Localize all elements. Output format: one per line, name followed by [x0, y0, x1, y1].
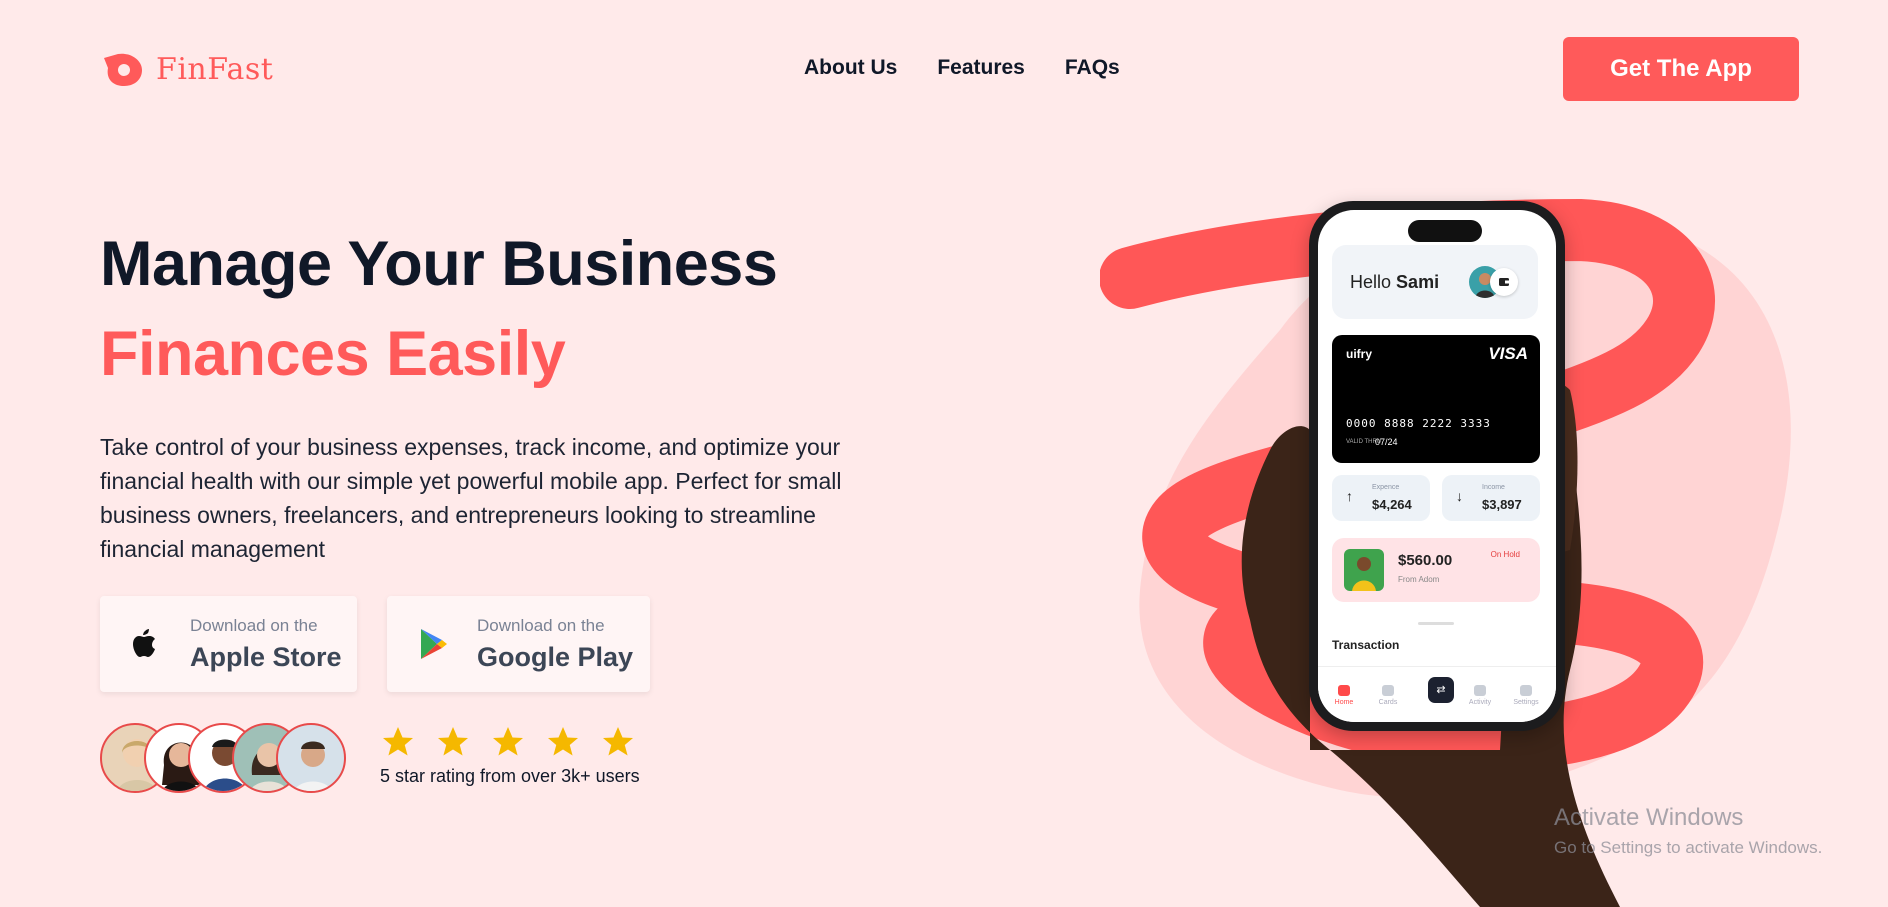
apple-store-text: Download on the Apple Store	[190, 616, 342, 673]
nav-features[interactable]: Features	[937, 56, 1025, 80]
user-avatars	[100, 723, 360, 793]
pending-status: On Hold	[1490, 550, 1520, 559]
arrow-up-icon: ↑	[1346, 488, 1353, 504]
wallet-icon[interactable]	[1490, 268, 1518, 296]
google-play-small-label: Download on the	[477, 615, 605, 635]
apple-icon	[133, 629, 155, 657]
arrow-down-icon: ↓	[1456, 488, 1463, 504]
card-brand: uifry	[1346, 347, 1373, 361]
apple-store-label: Apple Store	[190, 641, 342, 672]
cards-icon	[1382, 685, 1394, 696]
nav-about-us[interactable]: About Us	[804, 56, 897, 80]
card-number: 0000 8888 2222 3333	[1346, 417, 1491, 430]
pending-amount: $560.00	[1398, 552, 1453, 569]
finfast-logo-icon	[104, 53, 142, 86]
greeting-text: Hello Sami	[1350, 272, 1439, 293]
expense-value: $4,264	[1372, 497, 1412, 512]
transfer-button[interactable]: ⇄	[1428, 677, 1454, 703]
greeting-word: Hello	[1350, 272, 1392, 292]
tab-cards-label: Cards	[1378, 699, 1398, 706]
user-name: Sami	[1396, 272, 1440, 292]
google-play-icon	[421, 629, 447, 659]
google-play-button[interactable]: Download on the Google Play	[387, 596, 650, 692]
main-nav: About Us Features FAQs	[804, 56, 1120, 80]
income-value: $3,897	[1482, 497, 1522, 512]
income-stat[interactable]: ↓ Income $3,897	[1442, 475, 1540, 521]
apple-store-small-label: Download on the	[190, 615, 318, 635]
phone-mockup: Hello Sami uifry VISA 0000 8888 2222 333…	[1309, 201, 1565, 731]
hero-description: Take control of your business expenses, …	[100, 434, 842, 562]
greeting-card: Hello Sami	[1332, 245, 1538, 319]
star-icon	[438, 727, 468, 756]
card-expiry: 07/24	[1375, 437, 1398, 447]
phone-screen: Hello Sami uifry VISA 0000 8888 2222 333…	[1318, 210, 1556, 722]
avatar	[276, 723, 346, 793]
tab-cards[interactable]: Cards	[1368, 685, 1408, 706]
star-icon	[603, 727, 633, 756]
tab-settings[interactable]: Settings	[1506, 685, 1546, 706]
expense-label: Expence	[1372, 484, 1400, 491]
tab-home[interactable]: Home	[1324, 685, 1364, 706]
google-play-label: Google Play	[477, 641, 634, 672]
payer-photo	[1344, 549, 1384, 591]
google-play-text: Download on the Google Play	[477, 616, 633, 673]
rating-caption: 5 star rating from over 3k+ users	[380, 766, 640, 786]
tab-activity[interactable]: Activity	[1460, 685, 1500, 706]
phone-tab-bar: Home Cards ⇄ Activity Settings	[1318, 666, 1556, 722]
settings-icon	[1520, 685, 1532, 696]
tab-settings-label: Settings	[1513, 699, 1539, 706]
apple-store-button[interactable]: Download on the Apple Store	[100, 596, 357, 692]
home-icon	[1338, 685, 1350, 696]
windows-watermark-title: Activate Windows	[1554, 804, 1744, 831]
phone-notch	[1408, 220, 1482, 242]
star-icon	[383, 727, 413, 756]
nav-faqs[interactable]: FAQs	[1065, 56, 1120, 80]
card-network: VISA	[1488, 344, 1528, 363]
expense-stat[interactable]: ↑ Expence $4,264	[1332, 475, 1430, 521]
tab-home-label: Home	[1334, 699, 1354, 706]
pending-from: From Adom	[1398, 575, 1440, 584]
transaction-heading: Transaction	[1332, 638, 1400, 652]
hero-title-line2: Finances Easily	[100, 319, 566, 389]
star-icon	[493, 727, 523, 756]
pending-payment-card[interactable]: $560.00 From Adom On Hold	[1332, 538, 1540, 602]
brand-name: FinFast	[156, 51, 274, 87]
site-header: FinFast About Us Features FAQs Get The A…	[0, 0, 1888, 140]
star-rating	[380, 724, 636, 760]
hero-title-line1: Manage Your Business	[100, 229, 778, 299]
payment-card[interactable]: uifry VISA 0000 8888 2222 3333 VALID THR…	[1332, 335, 1540, 463]
star-icon	[548, 727, 578, 756]
activity-icon	[1474, 685, 1486, 696]
get-the-app-button[interactable]: Get The App	[1563, 37, 1799, 101]
income-label: Income	[1482, 484, 1505, 491]
brand-logo[interactable]: FinFast	[100, 50, 273, 88]
drag-handle[interactable]	[1418, 622, 1454, 625]
windows-watermark-subtitle: Go to Settings to activate Windows.	[1554, 838, 1823, 857]
tab-activity-label: Activity	[1468, 699, 1492, 706]
